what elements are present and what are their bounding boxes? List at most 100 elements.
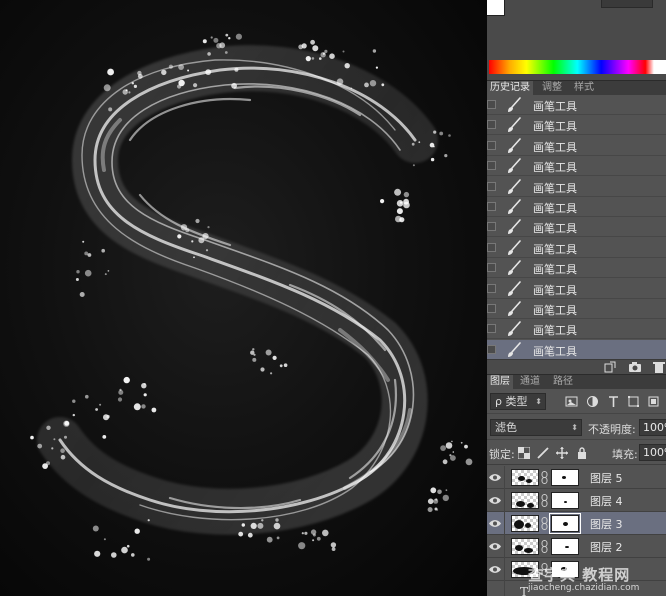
tab-adjustments[interactable]: 调整 <box>539 81 565 96</box>
layer-mask-thumbnail[interactable] <box>551 561 579 578</box>
shape-layer-filter-icon[interactable] <box>627 395 640 408</box>
opacity-field[interactable]: 100% <box>639 419 666 436</box>
layer-row[interactable]: T <box>487 581 666 596</box>
layer-name: 图层 2 <box>590 541 623 554</box>
layer-mask-thumbnail[interactable] <box>551 538 579 555</box>
history-item[interactable]: 画笔工具 <box>487 217 666 238</box>
lock-all-icon[interactable] <box>576 447 588 459</box>
history-item[interactable]: 画笔工具 <box>487 95 666 115</box>
lock-transparent-pixels-icon[interactable] <box>518 447 530 459</box>
history-snapshot-checkbox[interactable] <box>487 242 496 252</box>
smart-object-filter-icon[interactable] <box>647 395 660 408</box>
layer-row[interactable]: 图层 3 <box>487 512 666 535</box>
water-droplet <box>168 64 173 69</box>
history-item[interactable]: 画笔工具 <box>487 238 666 258</box>
layer-mask-thumbnail[interactable] <box>549 513 581 534</box>
tab-styles[interactable]: 样式 <box>571 81 597 96</box>
layer-thumbnail[interactable] <box>511 515 539 532</box>
history-snapshot-checkbox[interactable] <box>487 120 496 130</box>
water-droplet <box>131 82 134 85</box>
history-snapshot-checkbox[interactable] <box>487 304 496 313</box>
tab-channels[interactable]: 通道 <box>517 375 543 390</box>
water-droplet <box>436 509 439 511</box>
layer-row[interactable]: 图层 2 <box>487 535 666 558</box>
history-snapshot-checkbox[interactable] <box>487 324 496 334</box>
layers-filter-row: ρ 类型 ⬍ <box>487 390 666 414</box>
history-item-label: 画笔工具 <box>533 283 577 297</box>
layer-thumbnail[interactable] <box>511 538 539 555</box>
mask-link-icon[interactable] <box>541 517 548 530</box>
document-canvas[interactable] <box>0 0 487 596</box>
tab-paths[interactable]: 路径 <box>550 375 576 390</box>
history-snapshot-checkbox[interactable] <box>487 100 496 109</box>
layer-row[interactable]: 图层 5 <box>487 466 666 489</box>
opacity-label: 不透明度: <box>588 423 636 436</box>
history-item[interactable]: 画笔工具 <box>487 339 666 360</box>
layer-thumbnail[interactable] <box>511 469 539 486</box>
history-item[interactable]: 画笔工具 <box>487 258 666 279</box>
new-document-from-state-icon[interactable] <box>603 361 617 373</box>
water-droplet <box>64 421 70 426</box>
layer-filter-kind-select[interactable]: ρ 类型 ⬍ <box>490 393 546 410</box>
tab-layers[interactable]: 图层 <box>487 375 513 390</box>
eye-visibility-icon[interactable] <box>489 519 501 528</box>
history-item[interactable]: 画笔工具 <box>487 279 666 299</box>
history-snapshot-checkbox[interactable] <box>487 181 496 191</box>
layer-row[interactable] <box>487 558 666 581</box>
type-layer-filter-icon[interactable] <box>607 395 620 408</box>
history-item[interactable]: 画笔工具 <box>487 197 666 217</box>
layer-row[interactable]: 图层 4 <box>487 489 666 512</box>
history-snapshot-checkbox[interactable] <box>487 283 496 293</box>
pixel-layer-filter-icon[interactable] <box>565 395 578 408</box>
layer-mask-thumbnail[interactable] <box>551 469 579 486</box>
history-item[interactable]: 画笔工具 <box>487 319 666 340</box>
history-item-label: 画笔工具 <box>533 324 577 338</box>
history-snapshot-checkbox[interactable] <box>487 202 496 211</box>
history-snapshot-checkbox[interactable] <box>487 263 496 273</box>
eye-visibility-icon[interactable] <box>489 565 501 574</box>
layer-thumbnail[interactable] <box>511 561 539 578</box>
eye-visibility-icon[interactable] <box>489 496 501 505</box>
lock-position-icon[interactable] <box>556 447 568 459</box>
trash-icon[interactable] <box>652 361 666 373</box>
tab-history[interactable]: 历史记录 <box>487 81 533 96</box>
brush-icon <box>508 260 521 276</box>
history-snapshot-checkbox[interactable] <box>487 344 496 354</box>
camera-icon[interactable] <box>628 361 642 373</box>
history-item[interactable]: 画笔工具 <box>487 156 666 177</box>
history-item[interactable]: 画笔工具 <box>487 115 666 136</box>
mask-link-icon[interactable] <box>541 540 548 553</box>
history-snapshot-checkbox[interactable] <box>487 140 496 150</box>
water-droplet <box>207 52 211 56</box>
history-item[interactable]: 画笔工具 <box>487 136 666 156</box>
color-spectrum-bar[interactable] <box>489 60 659 74</box>
layer-thumbnail[interactable] <box>511 492 539 509</box>
layer-mask-thumbnail[interactable] <box>551 492 579 509</box>
water-droplet <box>396 208 403 215</box>
water-droplet <box>445 442 453 449</box>
water-droplet <box>108 107 113 112</box>
water-droplet <box>122 89 128 95</box>
mask-link-icon[interactable] <box>541 563 548 576</box>
history-snapshot-checkbox[interactable] <box>487 222 496 232</box>
fill-field[interactable]: 100% <box>639 444 666 461</box>
color-spectrum-white[interactable] <box>659 60 666 74</box>
layers-lock-row: 锁定: 填充: 100% <box>487 441 666 465</box>
eye-visibility-icon[interactable] <box>489 473 501 482</box>
history-item[interactable]: 画笔工具 <box>487 177 666 197</box>
lock-image-pixels-icon[interactable] <box>537 447 549 459</box>
water-droplet <box>437 489 442 495</box>
color-value-field[interactable] <box>601 0 653 8</box>
eye-visibility-icon[interactable] <box>489 542 501 551</box>
water-droplet <box>79 292 85 297</box>
water-droplet <box>412 164 415 167</box>
blend-mode-label: 滤色 <box>495 421 517 434</box>
mask-link-icon[interactable] <box>541 494 548 507</box>
blend-mode-select[interactable]: 滤色 ⬍ <box>490 419 582 436</box>
water-droplet <box>210 36 213 39</box>
history-snapshot-checkbox[interactable] <box>487 161 496 171</box>
adjustment-layer-filter-icon[interactable] <box>586 395 599 408</box>
history-item[interactable]: 画笔工具 <box>487 299 666 319</box>
mask-link-icon[interactable] <box>541 471 548 484</box>
foreground-color-swatch[interactable] <box>487 0 505 16</box>
